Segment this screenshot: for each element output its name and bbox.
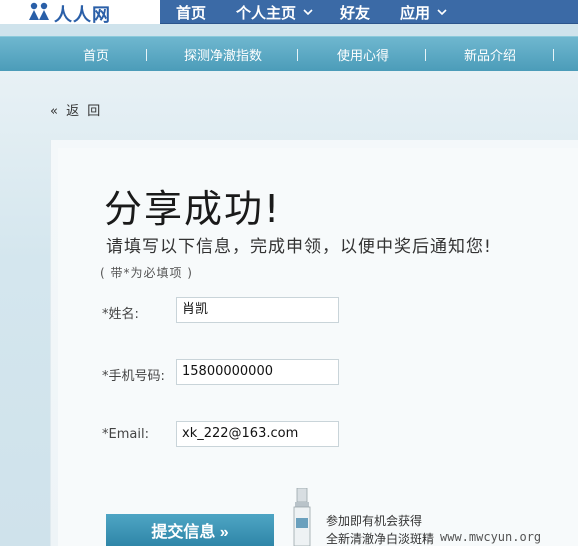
product-bottle-image (293, 488, 311, 546)
nav-friends-label: 好友 (340, 3, 371, 22)
nav-home[interactable]: 首页 (176, 0, 206, 24)
page-title: 分享成功! (104, 187, 282, 231)
logo-text: 人人网 (54, 5, 111, 26)
subnav-home[interactable]: 首页 (83, 37, 109, 72)
subnav-new-product[interactable]: 新品介绍 (464, 37, 516, 72)
nav-home-label: 首页 (176, 3, 207, 22)
phone-field[interactable]: 15800000000 (176, 359, 339, 385)
subnav-divider (146, 49, 147, 61)
subnav-divider (553, 49, 554, 61)
name-label: *姓名: (102, 307, 139, 322)
back-link[interactable]: « 返 回 (50, 100, 102, 119)
subnav-divider (297, 49, 298, 61)
required-note: ( 带*为必填项 ) (100, 266, 193, 280)
promo-text-line1: 参加即有机会获得 (326, 514, 423, 528)
top-nav-bar: 人人网 首页 个人主页 好友 应用 (0, 0, 578, 26)
email-field[interactable]: xk_222@163.com (176, 421, 339, 447)
promo-text-line2: 全新清澈净白淡斑精 (326, 532, 435, 546)
subnav-test-index[interactable]: 探测净澈指数 (184, 37, 262, 72)
logo-icon (29, 2, 49, 20)
name-field[interactable]: 肖凯 (176, 297, 339, 323)
phone-label: *手机号码: (102, 369, 165, 384)
nav-apps-label: 应用 (400, 3, 431, 22)
nav-friends[interactable]: 好友 (340, 0, 370, 24)
nav-profile[interactable]: 个人主页 (236, 0, 313, 24)
chevron-down-icon (437, 9, 447, 16)
nav-apps[interactable]: 应用 (400, 0, 447, 24)
site-logo[interactable]: 人人网 (0, 0, 160, 26)
subnav-experience[interactable]: 使用心得 (337, 37, 389, 72)
sub-nav-bar: 首页 探测净澈指数 使用心得 新品介绍 (0, 36, 578, 71)
submit-button[interactable]: 提交信息 » (106, 514, 274, 546)
watermark-text: www.mwcyun.org (440, 530, 542, 544)
subnav-divider (425, 49, 426, 61)
nav-profile-label: 个人主页 (236, 3, 297, 22)
page-subtitle: 请填写以下信息，完成申领，以便中奖后通知您! (106, 237, 492, 257)
email-label: *Email: (102, 427, 149, 442)
chevron-down-icon (303, 9, 313, 16)
